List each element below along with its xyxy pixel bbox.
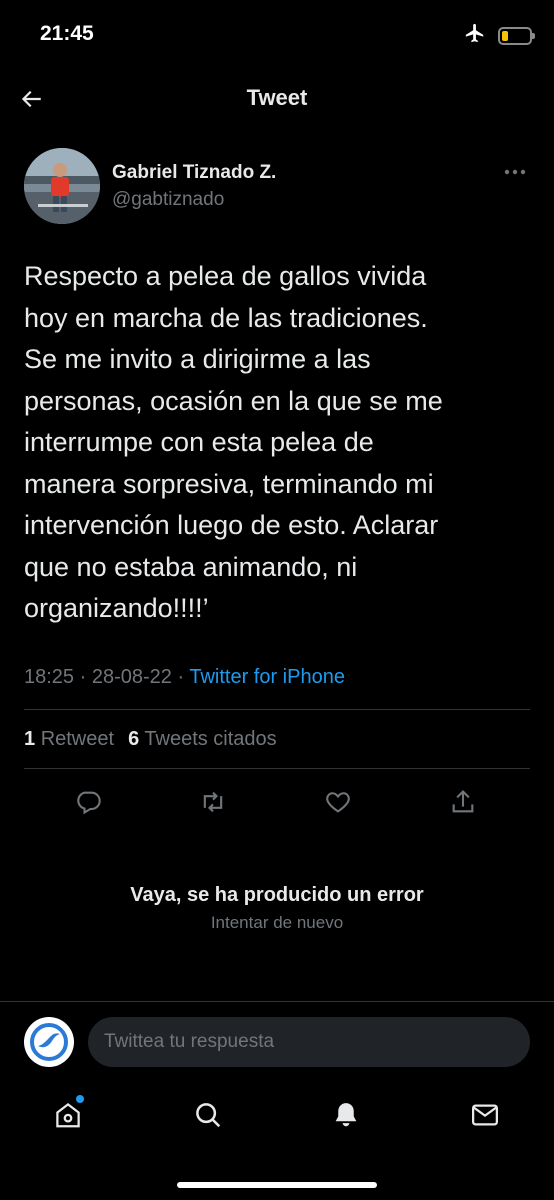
user-avatar-logo-icon: [30, 1023, 68, 1061]
airplane-mode-icon: [464, 22, 486, 49]
more-icon: [504, 169, 526, 175]
reply-input[interactable]: [88, 1017, 530, 1067]
home-icon: [56, 1102, 80, 1128]
author-handle[interactable]: @gabtiznado: [112, 189, 224, 211]
reply-bar: [0, 1001, 554, 1081]
tab-notifications[interactable]: [326, 1095, 366, 1135]
user-avatar[interactable]: [24, 1017, 74, 1067]
tweet-date: 28-08-22: [91, 666, 172, 688]
tweet-time: 18:25: [24, 666, 75, 688]
tweet-source-link[interactable]: Twitter for iPhone: [189, 666, 345, 688]
share-button[interactable]: [445, 784, 481, 820]
author-name[interactable]: Gabriel Tiznado Z.: [112, 162, 276, 184]
tab-home[interactable]: [48, 1095, 88, 1135]
retweets-stat[interactable]: 1 Retweet: [24, 728, 114, 751]
tab-search[interactable]: [188, 1095, 228, 1135]
error-title: Vaya, se ha producido un error: [130, 884, 424, 906]
error-message: Vaya, se ha producido un error Intentar …: [0, 884, 554, 933]
tweet-text: Respecto a pelea de gallos vivida hoy en…: [24, 261, 443, 623]
bottom-tab-bar: [0, 1081, 554, 1200]
retweets-count: 1: [24, 728, 36, 750]
retweet-icon: [203, 791, 223, 813]
page-title: Tweet: [246, 85, 308, 110]
divider: [24, 768, 530, 769]
reply-icon: [77, 791, 101, 815]
tweet-meta: 18:25 · 28-08-22 · Twitter for iPhone: [24, 666, 345, 688]
quotes-label: Tweets citados: [144, 728, 277, 750]
status-bar: 21:45: [0, 0, 554, 70]
tweet-stats: 1 Retweet 6 Tweets citados: [24, 728, 277, 751]
like-icon: [326, 792, 350, 813]
share-icon: [452, 790, 474, 813]
more-options-button[interactable]: [500, 162, 530, 182]
notifications-icon: [335, 1103, 357, 1127]
status-icons: [464, 22, 535, 49]
retweets-label: Retweet: [40, 728, 115, 750]
retry-button[interactable]: Intentar de nuevo: [0, 913, 554, 933]
tweet-actions: [0, 784, 554, 820]
header: Tweet: [0, 70, 554, 130]
messages-icon: [472, 1104, 498, 1126]
search-icon: [196, 1103, 221, 1128]
quotes-count: 6: [128, 728, 140, 750]
retweet-button[interactable]: [195, 784, 231, 820]
status-time: 21:45: [40, 22, 94, 45]
battery-icon: [498, 26, 535, 45]
home-indicator: [177, 1182, 377, 1188]
like-button[interactable]: [320, 784, 356, 820]
notification-dot: [76, 1095, 84, 1103]
author-avatar[interactable]: [24, 148, 100, 224]
divider: [24, 709, 530, 710]
quotes-stat[interactable]: 6 Tweets citados: [128, 728, 277, 751]
reply-button[interactable]: [70, 784, 106, 820]
tweet-author: Gabriel Tiznado Z. @gabtiznado: [24, 148, 534, 224]
battery-level: [502, 30, 508, 41]
tab-messages[interactable]: [465, 1095, 505, 1135]
